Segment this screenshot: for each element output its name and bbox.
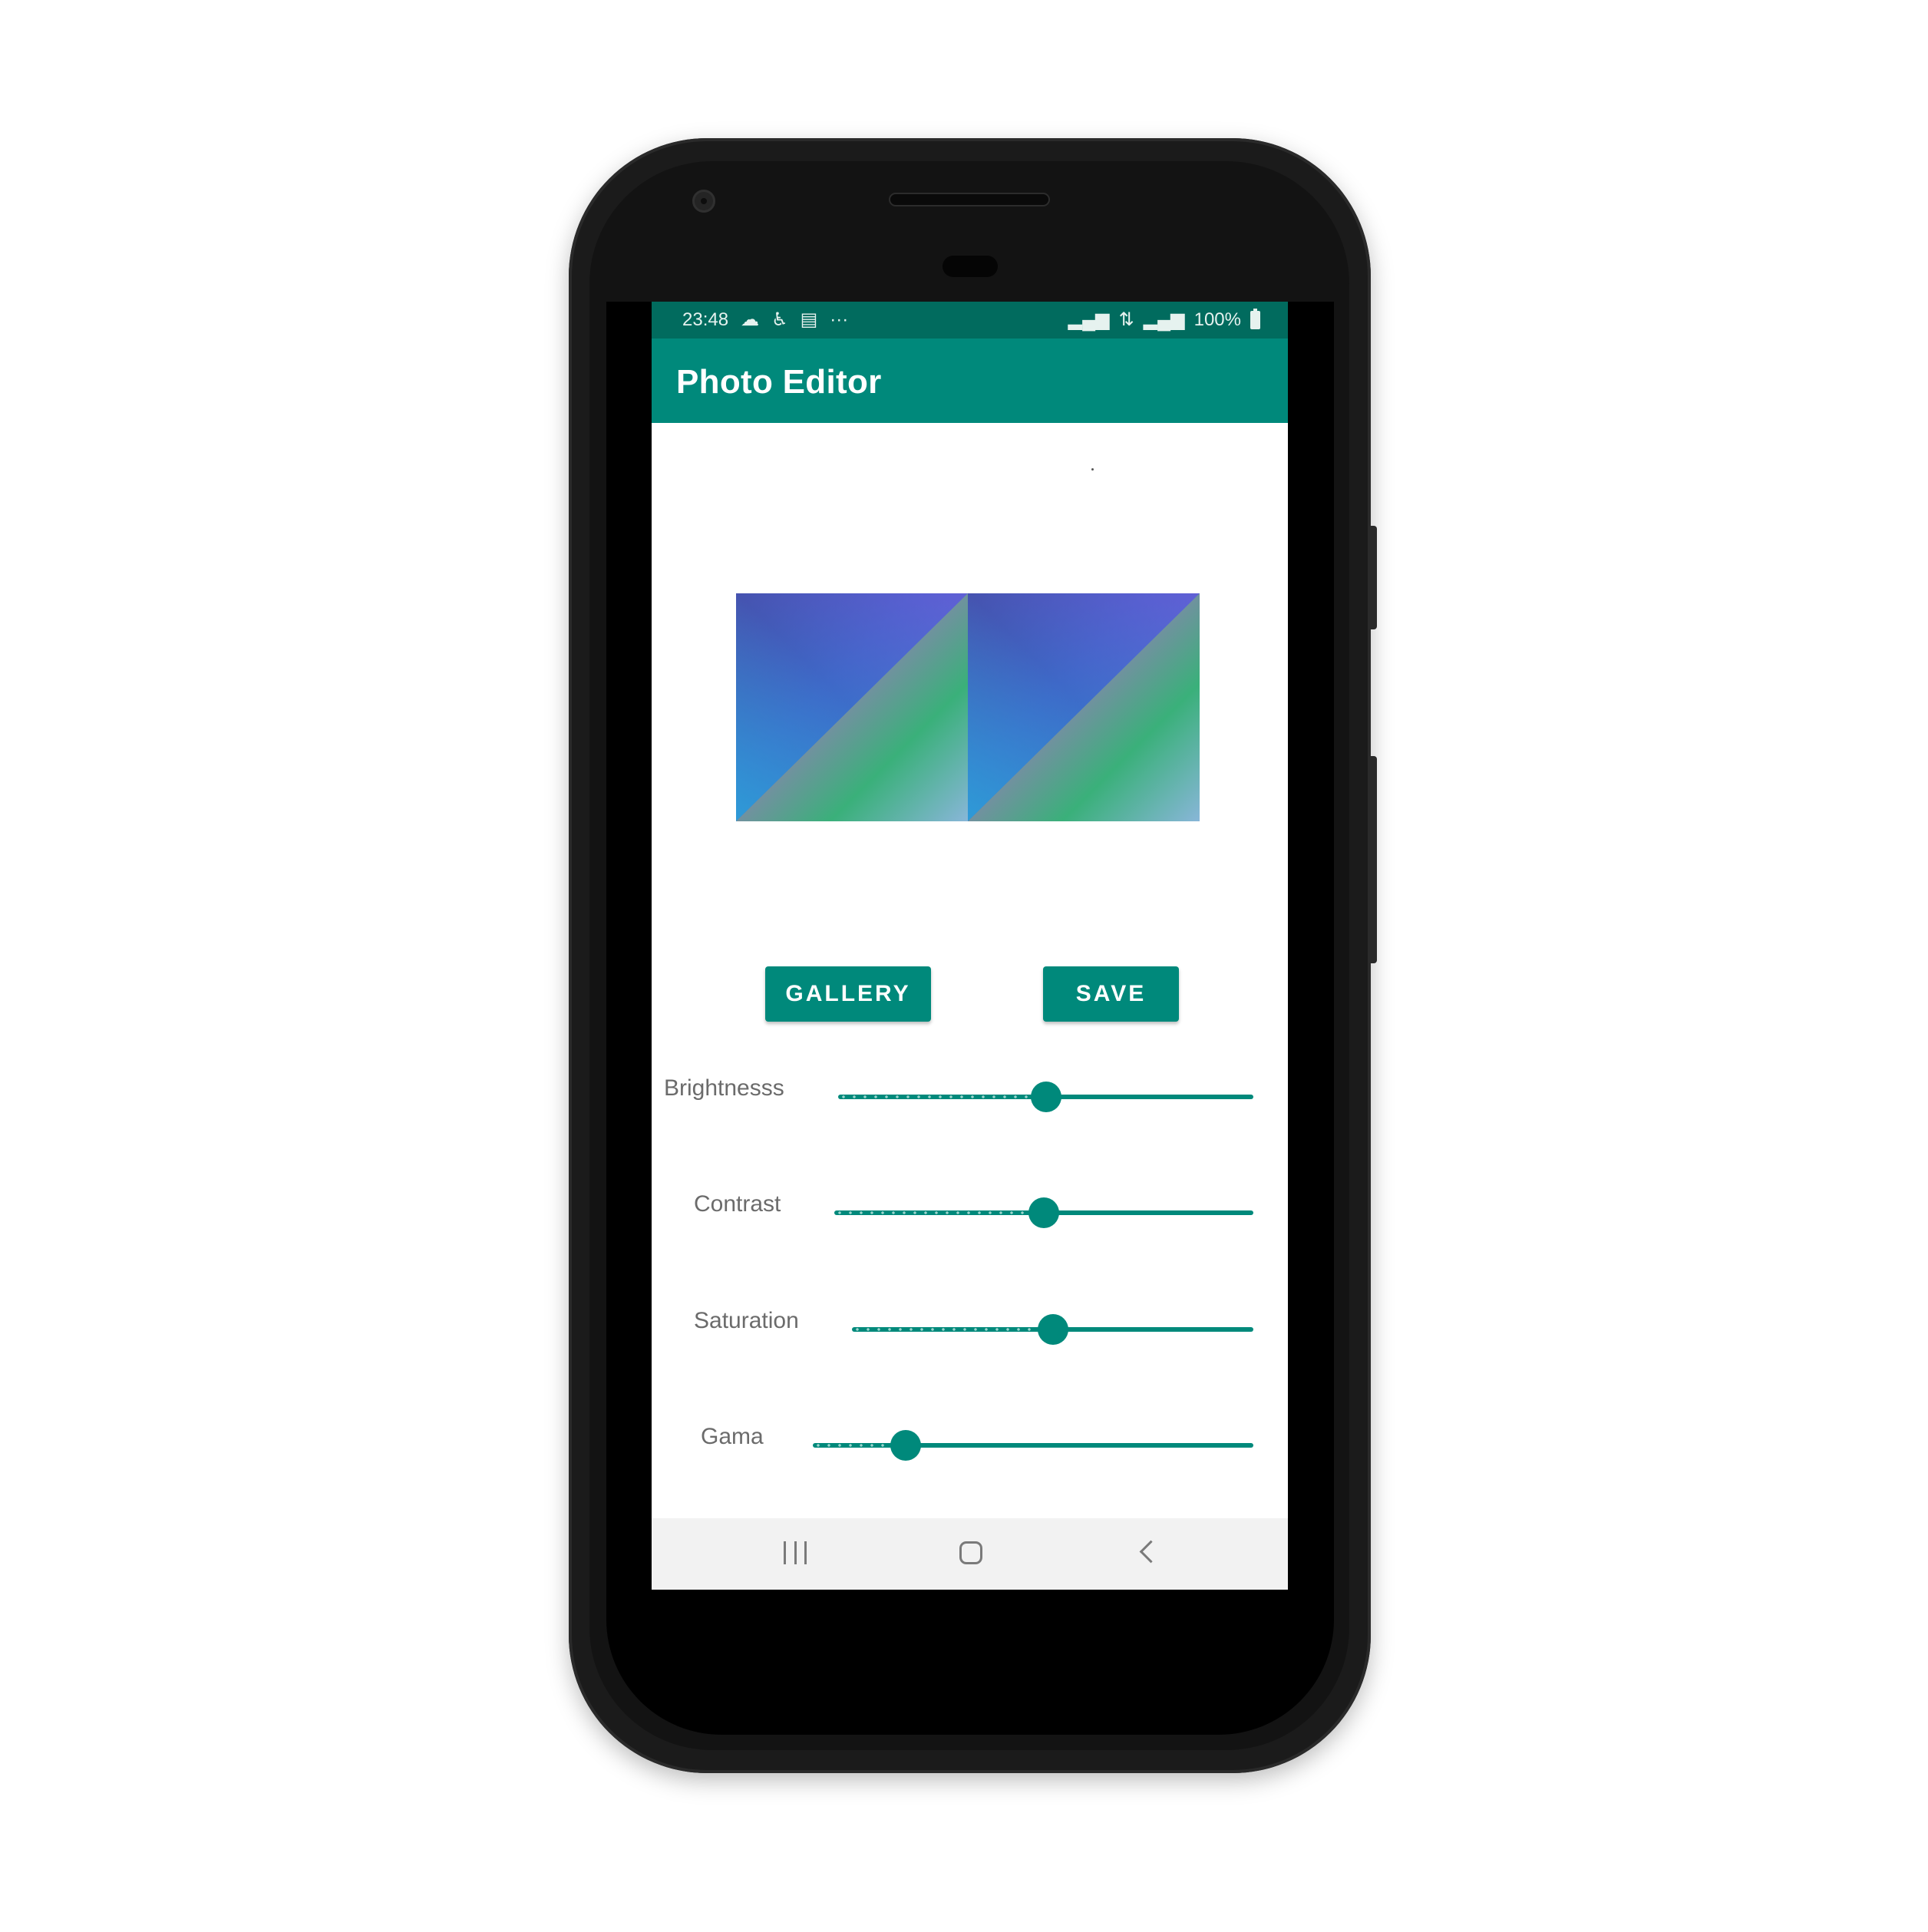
device-mockup: 23:48 ☁ ♿ ▤ ··· ▂▄▆ ⇅ ▂▄▆ 100% Photo Edi… (0, 0, 1928, 1932)
preview-tile-left (736, 593, 968, 821)
saturation-thumb[interactable] (1037, 1314, 1068, 1345)
status-left: 23:48 ☁ ♿ ▤ ··· (682, 308, 848, 332)
saturation-row: Saturation (652, 1308, 1288, 1354)
preview-tile-right (968, 593, 1200, 821)
system-nav-bar (652, 1518, 1288, 1590)
power-button (1368, 756, 1377, 963)
brightness-row: Brightnesss (652, 1075, 1288, 1121)
brightness-slider[interactable] (838, 1082, 1253, 1112)
battery-percent: 100% (1193, 309, 1241, 330)
save-button[interactable]: SAVE (1043, 966, 1179, 1022)
contrast-ticks (834, 1210, 1044, 1215)
cloud-icon: ☁ (741, 309, 760, 330)
stray-pixel (1091, 468, 1094, 471)
saturation-slider[interactable] (852, 1314, 1253, 1345)
gallery-button[interactable]: GALLERY (765, 966, 931, 1022)
app-screen: 23:48 ☁ ♿ ▤ ··· ▂▄▆ ⇅ ▂▄▆ 100% Photo Edi… (652, 302, 1288, 1590)
saturation-ticks (852, 1327, 1053, 1332)
accessibility-icon: ♿ (771, 309, 788, 330)
home-icon[interactable] (959, 1541, 982, 1564)
contrast-thumb[interactable] (1028, 1197, 1059, 1228)
brightness-ticks (838, 1095, 1046, 1099)
app-bar: Photo Editor (652, 339, 1288, 423)
battery-icon (1250, 309, 1260, 329)
app-title: Photo Editor (676, 363, 882, 401)
gamma-thumb[interactable] (890, 1430, 921, 1461)
earpiece-speaker (889, 193, 1050, 206)
gamma-slider[interactable] (813, 1430, 1253, 1461)
contrast-label: Contrast (694, 1191, 781, 1217)
data-4g-icon: ⇅ (1118, 309, 1134, 330)
front-camera-icon (692, 190, 715, 213)
calendar-icon: ▤ (800, 309, 818, 330)
brightness-label: Brightnesss (664, 1075, 784, 1101)
gamma-label: Gama (701, 1424, 764, 1449)
status-right: ▂▄▆ ⇅ ▂▄▆ 100% (1068, 308, 1260, 332)
more-icon: ··· (830, 309, 849, 330)
contrast-slider[interactable] (834, 1197, 1253, 1228)
saturation-label: Saturation (694, 1308, 799, 1333)
volume-button (1368, 526, 1377, 629)
gamma-row: Gama (652, 1424, 1288, 1470)
recents-icon[interactable] (784, 1541, 807, 1564)
signal-icon: ▂▄▆ (1068, 309, 1110, 330)
brightness-thumb[interactable] (1030, 1082, 1061, 1112)
back-icon[interactable] (1139, 1540, 1163, 1564)
signal-icon-2: ▂▄▆ (1143, 309, 1185, 330)
status-bar: 23:48 ☁ ♿ ▤ ··· ▂▄▆ ⇅ ▂▄▆ 100% (652, 302, 1288, 339)
status-time: 23:48 (682, 309, 729, 330)
proximity-sensor (943, 256, 998, 277)
contrast-row: Contrast (652, 1191, 1288, 1237)
image-preview (736, 593, 1200, 821)
